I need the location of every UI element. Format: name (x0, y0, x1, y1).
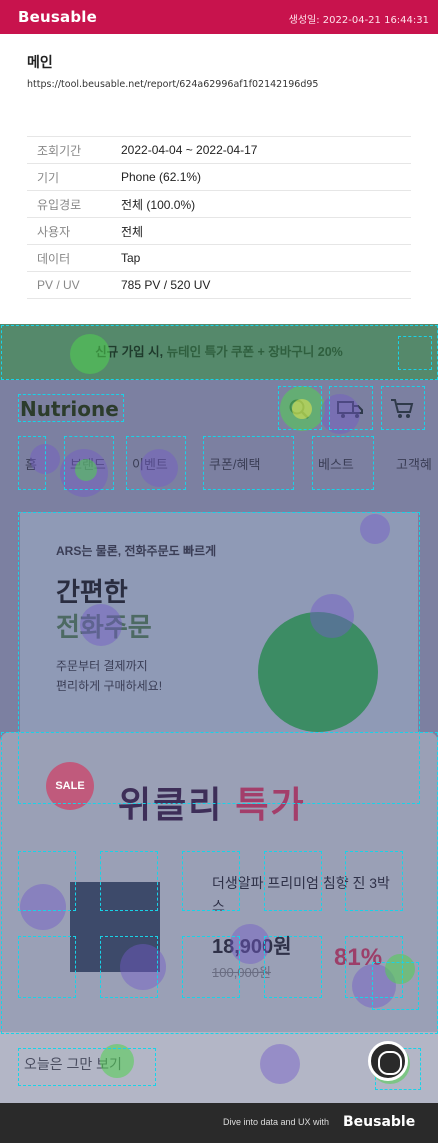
footer-tagline: Dive into data and UX with (223, 1117, 330, 1127)
area-box (264, 851, 322, 911)
report-url[interactable]: https://tool.beusable.net/report/624a629… (27, 79, 318, 90)
info-value: 전체 (100.0%) (121, 197, 196, 212)
footer-logo[interactable]: Beusable (343, 1114, 415, 1130)
area-box (100, 851, 158, 911)
info-value: Tap (121, 251, 141, 265)
area-box (329, 386, 373, 430)
report-info-table: 조회기간 2022-04-04 ~ 2022-04-17 기기 Phone (6… (27, 136, 411, 299)
area-box (182, 851, 240, 911)
beusable-logo[interactable]: Beusable (18, 8, 97, 26)
area-box (18, 436, 46, 490)
created-date: 생성일: 2022-04-21 16:44:31 (288, 15, 429, 26)
area-box (345, 851, 403, 911)
info-value: 전체 (121, 224, 144, 239)
info-label: PV / UV (37, 278, 80, 292)
info-label: 기기 (37, 170, 60, 185)
top-bar: Beusable 생성일: 2022-04-21 16:44:31 (0, 0, 438, 34)
info-row: PV / UV 785 PV / 520 UV (27, 271, 411, 299)
area-box (372, 962, 419, 1010)
area-box (18, 936, 76, 998)
info-row: 기기 Phone (62.1%) (27, 163, 411, 191)
area-box (100, 936, 158, 998)
area-box (18, 851, 76, 911)
info-value: Phone (62.1%) (121, 170, 202, 184)
info-label: 데이터 (37, 251, 71, 266)
bottom-bar: Dive into data and UX with Beusable (0, 1103, 438, 1143)
info-row: 데이터 Tap (27, 244, 411, 272)
info-label: 사용자 (37, 224, 71, 239)
area-box (1, 325, 438, 380)
area-box (18, 1048, 156, 1086)
info-row: 사용자 전체 (27, 217, 411, 245)
info-label: 유입경로 (37, 197, 82, 212)
heatmap-screenshot: 신규 가입 시, 뉴테인 특가 쿠폰 + 장바구니 20% Nutrione 홈… (0, 324, 438, 1103)
page-title: 메인 (27, 55, 53, 71)
info-value: 785 PV / 520 UV (121, 278, 211, 292)
heatmap-control-button[interactable] (368, 1041, 408, 1081)
area-box (312, 436, 374, 490)
area-box (278, 386, 322, 430)
nav-item: 고객혜 (396, 457, 432, 472)
area-box (264, 936, 322, 998)
info-label: 조회기간 (37, 143, 82, 158)
area-box (381, 386, 425, 430)
area-box (18, 394, 124, 422)
area-box (182, 936, 240, 998)
info-row: 조회기간 2022-04-04 ~ 2022-04-17 (27, 136, 411, 164)
area-box (64, 436, 114, 490)
info-value: 2022-04-04 ~ 2022-04-17 (121, 143, 258, 157)
area-box (126, 436, 186, 490)
area-box (203, 436, 294, 490)
area-box (398, 336, 432, 370)
info-row: 유입경로 전체 (100.0%) (27, 190, 411, 218)
